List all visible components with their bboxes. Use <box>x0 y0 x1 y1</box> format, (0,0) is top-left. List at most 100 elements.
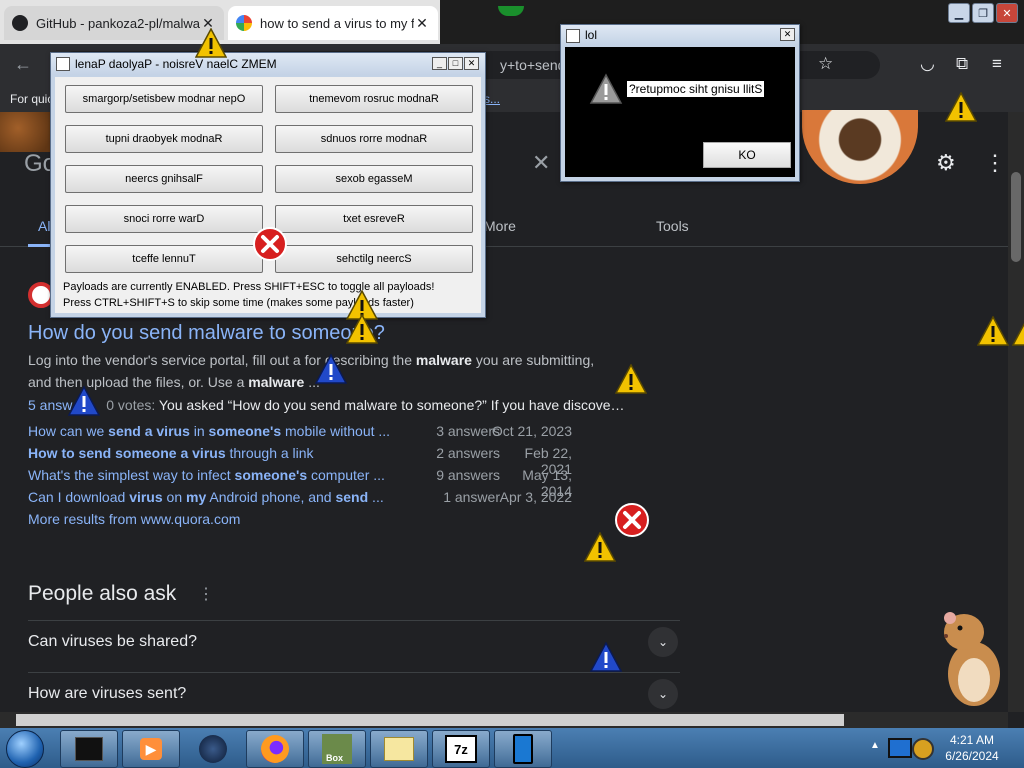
result-title-link[interactable]: How do you send malware to someone? <box>28 322 385 345</box>
answer-count: 3 answers <box>436 423 500 439</box>
taskbar-clock[interactable]: 4:21 AM 6/26/2024 <box>924 732 1020 764</box>
result-snippet-line-1: Log into the vendor's service portal, fi… <box>28 352 595 368</box>
people-also-ask-heading: People also ask <box>28 582 177 605</box>
hamster-image <box>944 612 1000 706</box>
memz-payload-panel: lenaP daolyaP - noisreV naelC ZMEM _ □ ✕… <box>50 52 486 318</box>
firefox-icon <box>261 735 289 763</box>
scroll-thumb[interactable] <box>1011 172 1021 262</box>
dialog-message: ?retupmoc siht gnisu llitS <box>627 81 765 97</box>
maximize-button[interactable]: □ <box>448 57 463 70</box>
close-icon[interactable]: ✕ <box>414 15 430 32</box>
clear-search-icon[interactable]: ✕ <box>532 150 550 176</box>
pocket-icon[interactable]: ◡ <box>920 54 935 74</box>
more-options-icon[interactable]: ⋮ <box>198 584 214 604</box>
taskbar-app[interactable] <box>60 730 118 768</box>
sub-result-row[interactable]: What's the simplest way to infect someon… <box>28 467 588 499</box>
folder-icon <box>384 737 414 761</box>
tab-tools[interactable]: Tools <box>656 218 689 234</box>
ok-button[interactable]: KO <box>703 142 791 168</box>
active-tab-indicator <box>28 244 52 247</box>
window-app-icon <box>75 737 103 761</box>
more-results-link[interactable]: More results from www.quora.com <box>28 511 240 527</box>
bookmarks-link[interactable]: s... <box>484 92 500 106</box>
browser-tabstrip: GitHub - pankoza2-pl/malware ✕ how to se… <box>0 0 1024 44</box>
result-meta-line: 5 answ 0 votes: You asked “How do you se… <box>28 397 625 413</box>
taskbar-app[interactable]: Box <box>308 730 366 768</box>
chevron-down-icon[interactable]: ⌄ <box>648 627 678 657</box>
lol-message-box: lol ✕ ?retupmoc siht gnisu llitS KO <box>560 24 800 182</box>
clock-date: 6/26/2024 <box>945 749 999 763</box>
sub-result-row[interactable]: Can I download virus on my Android phone… <box>28 489 588 509</box>
menu-icon[interactable]: ≡ <box>992 54 1002 74</box>
warning-icon <box>615 364 647 394</box>
start-button[interactable] <box>6 730 44 768</box>
app-icon <box>56 57 70 71</box>
close-button[interactable]: ✕ <box>780 28 795 41</box>
globe-icon <box>199 735 227 763</box>
scroll-thumb[interactable] <box>16 714 844 726</box>
windows-taskbar: ▶ Box 7z ▲ 4:21 AM 6/26/2024 <box>0 728 1024 768</box>
window-title: lenaP daolyaP - noisreV naelC ZMEM <box>75 57 277 71</box>
horizontal-scrollbar[interactable] <box>0 712 1008 728</box>
taskbar-app[interactable]: ▶ <box>122 730 180 768</box>
warning-icon <box>346 314 378 344</box>
back-arrow-icon[interactable]: ← <box>14 54 32 75</box>
minimize-button[interactable]: ▁ <box>948 3 970 23</box>
minimize-button[interactable]: _ <box>432 57 447 70</box>
payload-button[interactable]: snoci rorre warD <box>65 205 263 233</box>
info-icon <box>315 354 347 384</box>
gear-icon[interactable]: ⚙ <box>936 150 956 176</box>
doodle-food-image <box>802 110 918 184</box>
maximize-button[interactable]: ❐ <box>972 3 994 23</box>
taskbar-app[interactable] <box>184 730 242 768</box>
clock-time: 4:21 AM <box>949 733 995 747</box>
payload-button[interactable]: tupni draobyek modnaR <box>65 125 263 153</box>
sub-result-row[interactable]: How can we send a virus in someone's mob… <box>28 423 588 443</box>
vertical-scrollbar[interactable] <box>1008 112 1024 712</box>
7zip-icon: 7z <box>445 735 477 763</box>
tab-google-search[interactable]: how to send a virus to my frien ✕ <box>228 6 438 40</box>
payload-button[interactable]: smargorp/setisbew modnar nepO <box>65 85 263 113</box>
chevron-down-icon[interactable]: ⌄ <box>648 679 678 709</box>
payload-button[interactable]: sehctilg neercS <box>275 245 473 273</box>
close-button[interactable]: ✕ <box>996 3 1018 23</box>
taskbar-app[interactable] <box>370 730 428 768</box>
paa-question[interactable]: Can viruses be shared? ⌄ <box>28 620 680 665</box>
taskbar-app[interactable] <box>494 730 552 768</box>
payload-button[interactable]: txet esreveR <box>275 205 473 233</box>
app-icon <box>566 29 580 43</box>
payload-button[interactable]: sdnuos rorre modnaR <box>275 125 473 153</box>
warning-icon <box>977 316 1009 346</box>
payload-button[interactable]: sexob egasseM <box>275 165 473 193</box>
sub-result-row[interactable]: How to send someone a virus through a li… <box>28 445 588 477</box>
extensions-icon[interactable]: ⧉ <box>956 54 968 74</box>
bookmark-star-icon[interactable]: ☆ <box>818 54 833 74</box>
media-player-icon: ▶ <box>140 738 162 760</box>
info-icon <box>590 642 622 672</box>
payload-button[interactable]: tnemevom rosruc modnaR <box>275 85 473 113</box>
sub-result-link[interactable]: How to send someone a virus through a li… <box>28 445 400 461</box>
answer-count: 1 answer <box>443 489 500 505</box>
tab-all[interactable]: Al <box>38 218 50 234</box>
answer-date: Apr 3, 2022 <box>499 489 572 505</box>
info-icon <box>68 386 100 416</box>
answer-date: Oct 21, 2023 <box>491 423 572 439</box>
panel-client: smargorp/setisbew modnar nepO tnemevom r… <box>55 77 481 313</box>
tab-github[interactable]: GitHub - pankoza2-pl/malware ✕ <box>4 6 224 40</box>
paa-question[interactable]: How are viruses sent? ⌄ <box>28 672 680 717</box>
taskbar-app[interactable]: 7z <box>432 730 490 768</box>
answer-count: 2 answers <box>436 445 500 461</box>
show-hidden-icons[interactable]: ▲ <box>870 740 880 751</box>
sub-result-link[interactable]: How can we send a virus in someone's mob… <box>28 423 400 439</box>
sub-result-link[interactable]: What's the simplest way to infect someon… <box>28 467 400 483</box>
taskbar-app[interactable] <box>246 730 304 768</box>
payload-button[interactable]: neercs gnihsalF <box>65 165 263 193</box>
tab-more[interactable]: More <box>484 218 516 234</box>
network-icon[interactable] <box>888 738 912 758</box>
google-icon <box>236 15 252 31</box>
close-button[interactable]: ✕ <box>464 57 479 70</box>
payload-button[interactable]: tceffe lennuT <box>65 245 263 273</box>
dialog-client: ?retupmoc siht gnisu llitS KO <box>565 47 795 177</box>
sub-result-link[interactable]: Can I download virus on my Android phone… <box>28 489 400 505</box>
window-title: lol <box>585 28 598 42</box>
